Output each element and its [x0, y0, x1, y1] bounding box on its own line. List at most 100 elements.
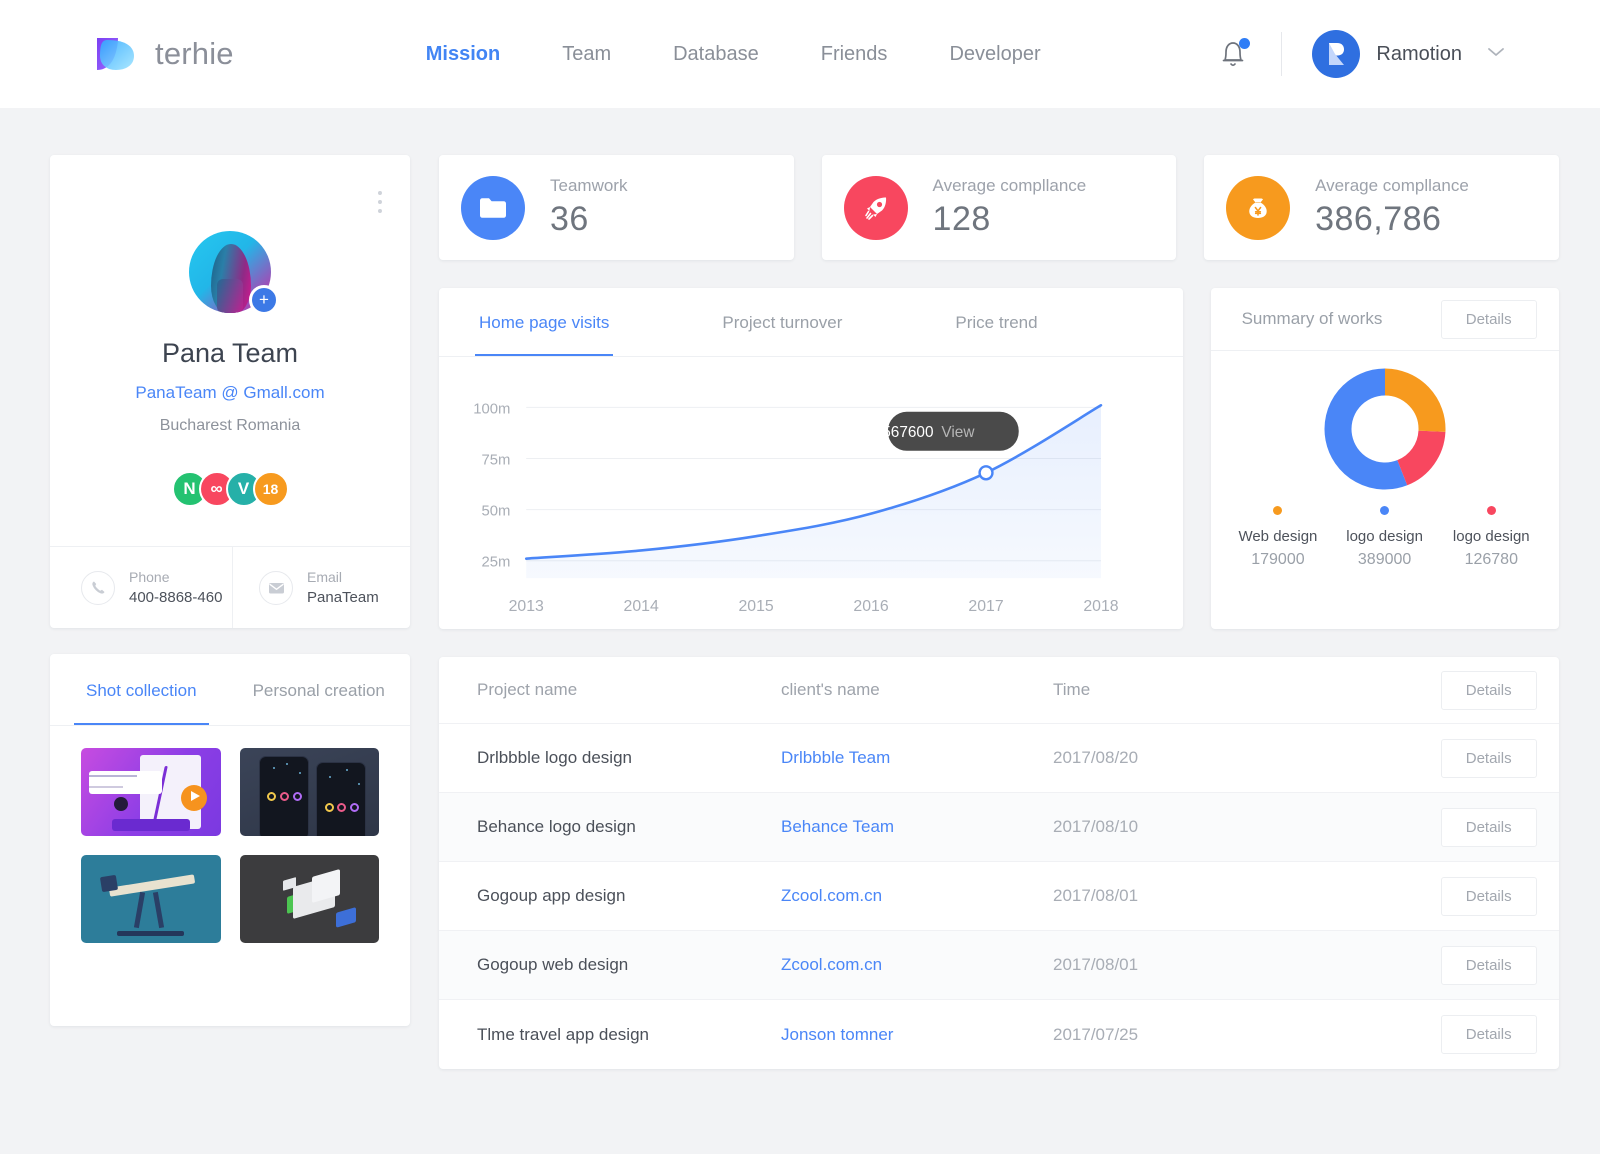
shot-collection-card: Shot collection Personal creation [50, 654, 410, 1026]
nav-item-friends[interactable]: Friends [821, 43, 888, 66]
table-row: Behance logo design Behance Team 2017/08… [439, 793, 1559, 862]
table-row: Tlme travel app design Jonson tomner 201… [439, 1000, 1559, 1069]
cell-client-name[interactable]: Drlbbble Team [781, 748, 1053, 768]
cell-client-name[interactable]: Zcool.com.cn [781, 886, 1053, 906]
money-bag-icon [1226, 176, 1290, 240]
notification-bell-icon[interactable] [1217, 36, 1251, 72]
summary-header: Summary of works Details [1211, 288, 1559, 351]
row-details-button[interactable]: Details [1441, 1015, 1537, 1054]
header-project-name: Project name [477, 680, 781, 700]
kebab-menu-icon[interactable] [378, 191, 382, 218]
legend-dot-red [1487, 506, 1496, 515]
brand-name: terhie [155, 36, 234, 72]
legend-value: 179000 [1225, 551, 1332, 569]
row-details-button[interactable]: Details [1441, 877, 1537, 916]
summary-title: Summary of works [1242, 309, 1383, 329]
svg-text:2016: 2016 [853, 598, 888, 615]
contact-email[interactable]: Email PanaTeam [232, 547, 410, 628]
legend-value: 126780 [1438, 551, 1545, 569]
nav-item-database[interactable]: Database [673, 43, 759, 66]
tab-project-turnover[interactable]: Project turnover [718, 288, 846, 356]
tab-personal-creation[interactable]: Personal creation [241, 654, 397, 725]
row-details-button[interactable]: Details [1441, 946, 1537, 985]
contact-email-text: Email PanaTeam [307, 569, 379, 606]
cell-client-name[interactable]: Behance Team [781, 817, 1053, 837]
page-content: + Pana Team PanaTeam @ Gmall.com Buchare… [0, 108, 1600, 1069]
svg-text:100m: 100m [473, 400, 510, 417]
stat-value: 128 [933, 200, 1087, 239]
svg-text:2013: 2013 [509, 598, 544, 615]
legend-label: logo design [1438, 528, 1545, 545]
legend-item-web-design: Web design 179000 [1225, 506, 1332, 569]
contact-phone-value: 400-8868-460 [129, 589, 222, 606]
divider [1281, 32, 1282, 76]
contact-phone[interactable]: Phone 400-8868-460 [50, 547, 232, 628]
cell-time: 2017/08/20 [1053, 748, 1441, 768]
phone-icon [81, 571, 115, 605]
cell-time: 2017/07/25 [1053, 1025, 1441, 1045]
profile-avatar-wrapper: + [189, 231, 271, 313]
stat-card-teamwork: Teamwork 36 [439, 155, 794, 260]
cell-client-name[interactable]: Zcool.com.cn [781, 955, 1053, 975]
nav-item-developer[interactable]: Developer [949, 43, 1040, 66]
row-details-button[interactable]: Details [1441, 739, 1537, 778]
cell-project-name: Tlme travel app design [477, 1025, 781, 1045]
brand-logo[interactable]: terhie [94, 34, 234, 74]
svg-text:25m: 25m [481, 554, 510, 571]
svg-text:75m: 75m [481, 451, 510, 468]
table-row: Drlbbble logo design Drlbbble Team 2017/… [439, 724, 1559, 793]
line-chart-svg: 25m50m75m100m201320142015201620172018567… [439, 375, 1143, 627]
profile-contacts: Phone 400-8868-460 Email PanaTeam [50, 546, 410, 628]
cell-client-name[interactable]: Jonson tomner [781, 1025, 1053, 1045]
main-nav: Mission Team Database Friends Developer [426, 43, 1041, 66]
profile-name: Pana Team [162, 338, 298, 369]
stat-label: Average compllance [933, 176, 1087, 196]
summary-details-button[interactable]: Details [1441, 300, 1537, 339]
svg-text:567600: 567600 [882, 424, 933, 441]
svg-text:2015: 2015 [738, 598, 773, 615]
folder-icon [461, 176, 525, 240]
table-header-row: Project name client's name Time Details [439, 657, 1559, 724]
nav-item-team[interactable]: Team [562, 43, 611, 66]
cell-project-name: Drlbbble logo design [477, 748, 781, 768]
cell-time: 2017/08/10 [1053, 817, 1441, 837]
cell-project-name: Behance logo design [477, 817, 781, 837]
map-navigation-shot[interactable] [81, 748, 221, 836]
header-details-button[interactable]: Details [1441, 671, 1537, 710]
user-name: Ramotion [1376, 43, 1462, 66]
tab-shot-collection[interactable]: Shot collection [74, 654, 209, 725]
phone-mockup-shot[interactable] [240, 748, 380, 836]
home-page-visits-card: Home page visits Project turnover Price … [439, 288, 1183, 629]
profile-email-link[interactable]: PanaTeam @ Gmall.com [135, 383, 324, 403]
stat-card-compliance-386786: Average compllance 386,786 [1204, 155, 1559, 260]
nav-item-mission[interactable]: Mission [426, 43, 500, 66]
leaf-gradient-logo-icon [94, 34, 140, 74]
social-badges: N ∞ V 18 [172, 471, 289, 507]
shot-tabs: Shot collection Personal creation [50, 654, 410, 726]
tab-home-page-visits[interactable]: Home page visits [475, 288, 613, 356]
chevron-down-icon[interactable] [1486, 45, 1506, 63]
contact-email-value: PanaTeam [307, 589, 379, 606]
forklift-3d-render-shot[interactable] [240, 855, 380, 943]
left-column: + Pana Team PanaTeam @ Gmall.com Buchare… [50, 155, 410, 1069]
profile-body: + Pana Team PanaTeam @ Gmall.com Buchare… [50, 155, 410, 546]
tab-price-trend[interactable]: Price trend [951, 288, 1041, 356]
svg-text:2018: 2018 [1083, 598, 1118, 615]
stat-label: Average compllance [1315, 176, 1469, 196]
row-details-button[interactable]: Details [1441, 808, 1537, 847]
avatar[interactable] [1312, 30, 1360, 78]
top-right-controls: Ramotion [1217, 30, 1506, 78]
stat-label: Teamwork [550, 176, 627, 196]
line-chart: 25m50m75m100m201320142015201620172018567… [439, 357, 1183, 629]
badge-count[interactable]: 18 [253, 471, 289, 507]
telescope-illustration-shot[interactable] [81, 855, 221, 943]
header-client-name: client's name [781, 680, 1053, 700]
stat-card-compliance-128: Average compllance 128 [822, 155, 1177, 260]
add-member-button[interactable]: + [249, 285, 279, 315]
table-row: Gogoup app design Zcool.com.cn 2017/08/0… [439, 862, 1559, 931]
svg-text:View: View [941, 424, 975, 441]
right-column: Teamwork 36 Average compllance 1 [439, 155, 1559, 1069]
cell-time: 2017/08/01 [1053, 886, 1441, 906]
envelope-icon [259, 571, 293, 605]
stat-card-compliance-386786-text: Average compllance 386,786 [1315, 176, 1469, 239]
